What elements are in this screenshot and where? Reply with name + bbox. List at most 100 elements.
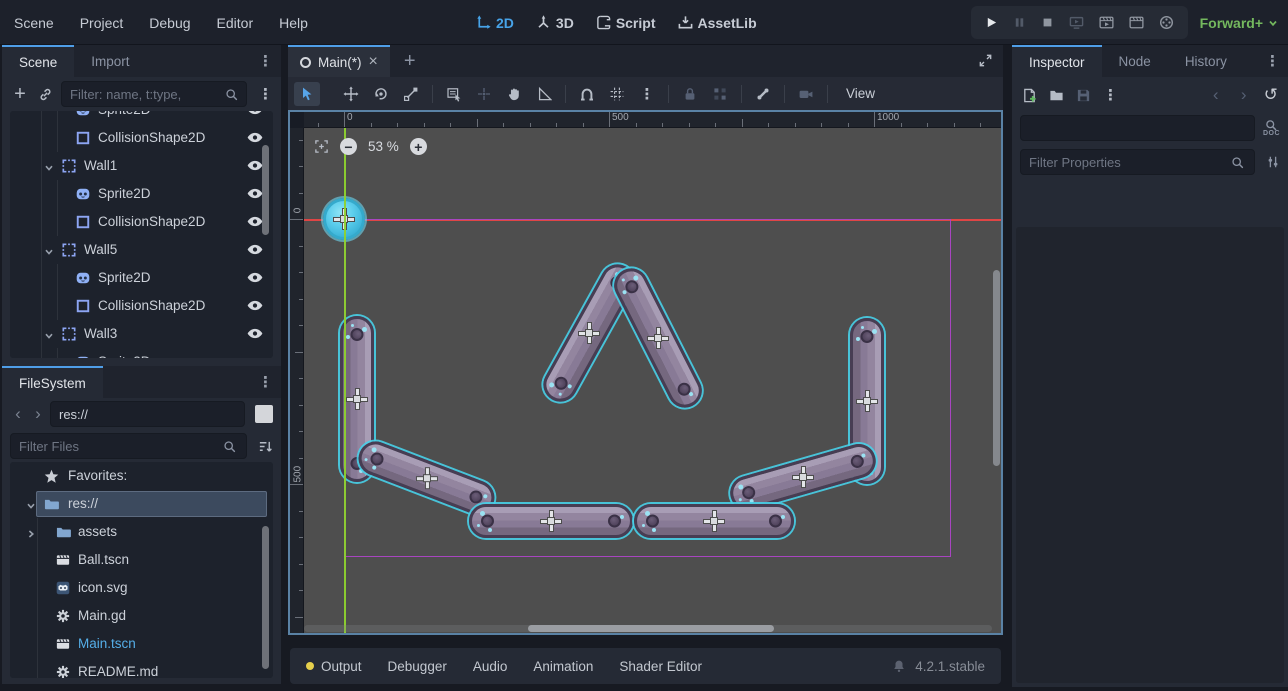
file-row[interactable]: README.md — [10, 658, 273, 678]
filesystem-dock-menu-icon[interactable]: ⋮ — [258, 373, 273, 391]
move-gizmo[interactable] — [857, 391, 877, 411]
file-row[interactable]: Main.gd — [10, 602, 273, 630]
tab-history[interactable]: History — [1168, 45, 1244, 77]
grid-snap-button[interactable] — [604, 82, 630, 106]
nav-forward-icon[interactable]: › — [30, 406, 46, 422]
visibility-eye-icon[interactable] — [247, 111, 263, 115]
resource-menu-icon[interactable]: ⋮ — [1103, 86, 1118, 104]
tree-row[interactable]: CollisionShape2D — [10, 124, 273, 152]
visibility-eye-icon[interactable] — [247, 132, 263, 143]
v-scrollbar-thumb[interactable] — [993, 270, 1000, 466]
smart-snap-button[interactable] — [574, 82, 600, 106]
group-node-button[interactable] — [707, 82, 733, 106]
visibility-eye-icon[interactable] — [247, 216, 263, 227]
canvas-2d[interactable]: − 53 % + — [304, 128, 1001, 633]
move-tool-button[interactable] — [338, 82, 364, 106]
snap-options-icon[interactable]: ⋮ — [634, 82, 660, 106]
chevron-down-icon[interactable] — [26, 499, 36, 514]
tab-node[interactable]: Node — [1102, 45, 1168, 77]
bottom-panel-audio[interactable]: Audio — [473, 659, 508, 674]
tab-scene[interactable]: Scene — [2, 45, 74, 77]
play-scene-button[interactable] — [1099, 15, 1114, 30]
move-gizmo[interactable] — [541, 511, 561, 531]
wall-bottom-right[interactable] — [634, 504, 794, 538]
bottom-panel-debugger[interactable]: Debugger — [388, 659, 447, 674]
history-back-icon[interactable]: ‹ — [1208, 87, 1224, 103]
tree-row[interactable]: CollisionShape2D — [10, 292, 273, 320]
file-row[interactable]: Main.tscn — [10, 630, 273, 658]
scene-tree-menu-icon[interactable]: ⋮ — [258, 85, 273, 103]
menu-project[interactable]: Project — [80, 15, 124, 31]
view-menu-button[interactable]: View — [836, 86, 885, 101]
lock-node-button[interactable] — [677, 82, 703, 106]
menu-editor[interactable]: Editor — [217, 15, 254, 31]
filter-properties-input[interactable] — [1020, 149, 1255, 175]
move-gizmo[interactable] — [347, 389, 367, 409]
menu-help[interactable]: Help — [279, 15, 308, 31]
move-gizmo[interactable] — [416, 468, 436, 488]
tree-row[interactable]: Sprite2D — [10, 111, 273, 124]
move-gizmo[interactable] — [579, 323, 599, 343]
scene-tab-main[interactable]: Main(*) × — [288, 45, 390, 77]
scene-tree-scrollbar[interactable] — [262, 145, 269, 235]
menu-scene[interactable]: Scene — [14, 15, 54, 31]
pause-button[interactable] — [1013, 16, 1026, 29]
save-resource-icon[interactable] — [1076, 88, 1091, 103]
scene-dock-menu-icon[interactable]: ⋮ — [258, 52, 273, 70]
property-tools-icon[interactable] — [1266, 155, 1280, 169]
move-gizmo[interactable] — [704, 511, 724, 531]
load-resource-icon[interactable] — [1049, 88, 1064, 103]
visibility-eye-icon[interactable] — [247, 244, 263, 255]
visibility-eye-icon[interactable] — [247, 188, 263, 199]
pivot-tool-button[interactable] — [471, 82, 497, 106]
list-select-button[interactable] — [441, 82, 467, 106]
center-view-icon[interactable] — [314, 139, 329, 154]
chevron-down-icon[interactable] — [44, 245, 54, 260]
camera-override-button[interactable] — [793, 82, 819, 106]
rotate-tool-button[interactable] — [368, 82, 394, 106]
chevron-down-icon[interactable] — [44, 329, 54, 344]
nav-back-icon[interactable]: ‹ — [10, 406, 26, 422]
movie-maker-button[interactable] — [1159, 15, 1174, 30]
history-forward-icon[interactable]: › — [1236, 87, 1252, 103]
tree-row[interactable]: Sprite2D — [10, 180, 273, 208]
skeleton-options-button[interactable] — [750, 82, 776, 106]
remote-debug-button[interactable] — [1069, 15, 1084, 30]
stop-button[interactable] — [1041, 16, 1054, 29]
tab-filesystem[interactable]: FileSystem — [2, 366, 103, 398]
wall-bottom-left[interactable] — [469, 504, 633, 538]
file-row[interactable]: icon.svg — [10, 574, 273, 602]
scene-filter-input[interactable] — [61, 81, 247, 107]
context-2d-button[interactable]: 2D — [476, 15, 514, 31]
context-assetlib-button[interactable]: AssetLib — [678, 15, 757, 31]
visibility-eye-icon[interactable] — [247, 328, 263, 339]
tree-row[interactable]: Sprite2D — [10, 348, 273, 358]
h-scrollbar-thumb[interactable] — [528, 625, 774, 632]
scale-tool-button[interactable] — [398, 82, 424, 106]
add-node-button[interactable]: + — [10, 83, 30, 106]
expand-viewport-icon[interactable] — [978, 53, 993, 73]
bottom-panel-shader-editor[interactable]: Shader Editor — [619, 659, 702, 674]
ruler-tool-button[interactable] — [531, 82, 557, 106]
pan-tool-button[interactable] — [501, 82, 527, 106]
zoom-in-button[interactable]: + — [410, 138, 427, 155]
tree-row[interactable]: Sprite2D — [10, 264, 273, 292]
renderer-dropdown[interactable]: Forward+ — [1200, 0, 1278, 45]
instance-scene-button[interactable] — [38, 87, 53, 102]
select-tool-button[interactable] — [294, 82, 320, 106]
file-row[interactable]: res:// — [10, 490, 273, 518]
bottom-panel-animation[interactable]: Animation — [533, 659, 593, 674]
inspector-dock-menu-icon[interactable]: ⋮ — [1265, 52, 1280, 70]
tab-import[interactable]: Import — [74, 45, 146, 77]
context-3d-button[interactable]: 3D — [536, 15, 574, 31]
new-resource-icon[interactable] — [1022, 88, 1037, 103]
file-row[interactable]: Ball.tscn — [10, 546, 273, 574]
edit-history-icon[interactable]: ↺ — [1264, 85, 1278, 105]
zoom-out-button[interactable]: − — [340, 138, 357, 155]
tab-inspector[interactable]: Inspector — [1012, 45, 1102, 77]
file-row[interactable]: assets — [10, 518, 273, 546]
file-row[interactable]: Favorites: — [10, 462, 273, 490]
open-docs-icon[interactable]: DOC — [1263, 119, 1280, 137]
visibility-eye-icon[interactable] — [247, 272, 263, 283]
move-gizmo[interactable] — [648, 328, 668, 348]
